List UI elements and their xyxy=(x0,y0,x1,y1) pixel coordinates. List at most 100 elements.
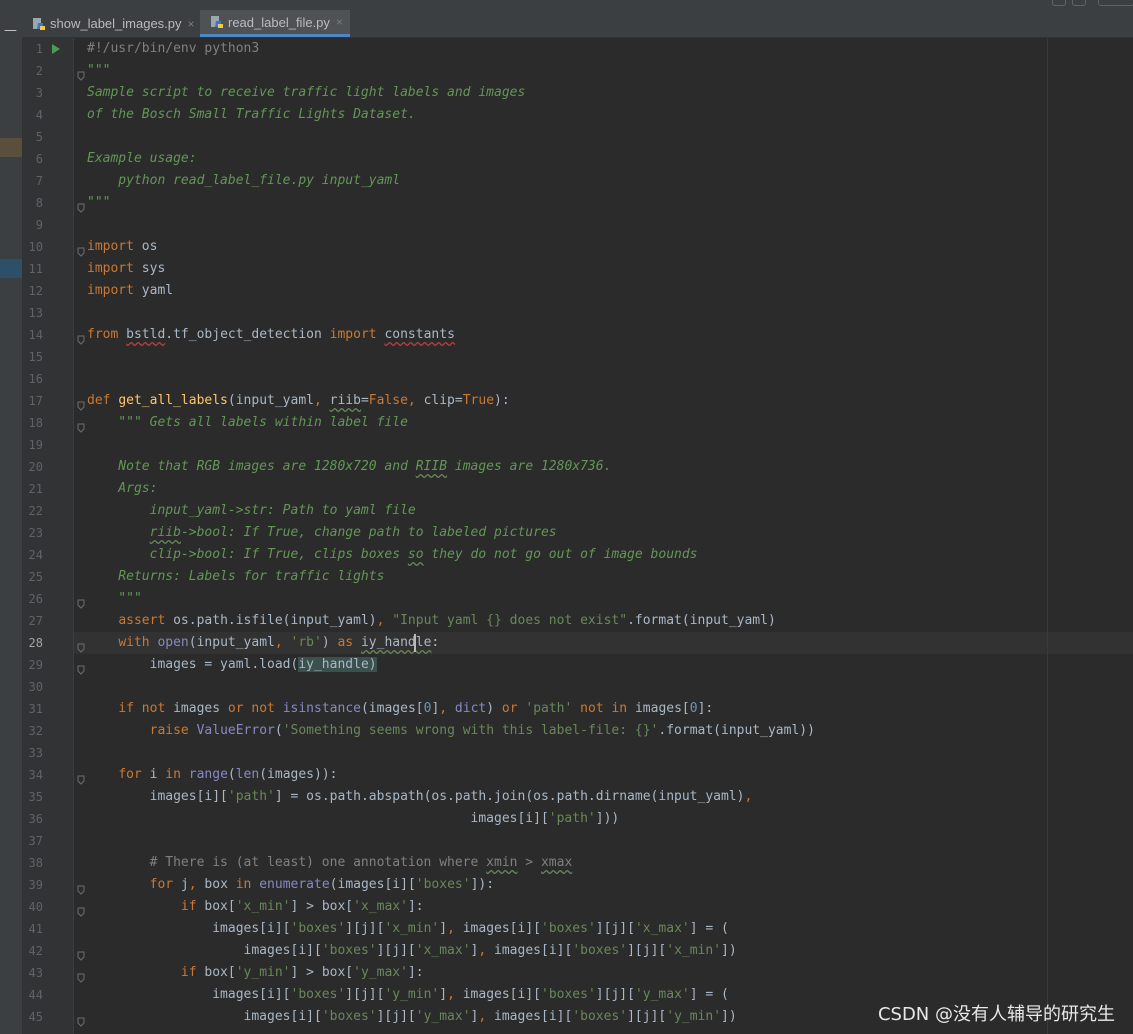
line-number: 6 xyxy=(35,152,43,166)
code-token: 'x_max' xyxy=(353,899,408,914)
code-token: ][j][ xyxy=(376,943,416,958)
line-number: 42 xyxy=(28,944,43,958)
run-icon[interactable] xyxy=(52,44,60,54)
line-number: 18 xyxy=(28,416,43,430)
line-number: 45 xyxy=(28,1010,43,1024)
fold-marker-icon[interactable] xyxy=(76,198,86,213)
code-token: True xyxy=(462,393,495,408)
tab-read-label-file[interactable]: read_label_file.py × xyxy=(200,10,350,37)
code-token: if xyxy=(180,899,197,914)
collapse-minus-icon[interactable]: — xyxy=(4,24,17,37)
code-token: ] = ( xyxy=(689,987,729,1002)
code-token: , xyxy=(478,943,495,958)
line-number: 28 xyxy=(28,636,43,650)
code-token: : xyxy=(431,635,440,650)
fold-marker-icon[interactable] xyxy=(76,638,86,653)
code-token: ( xyxy=(227,767,236,782)
toolbar-button[interactable] xyxy=(1072,0,1086,6)
code-token: clip= xyxy=(423,393,463,408)
fold-marker-icon[interactable] xyxy=(76,770,86,785)
fold-marker-icon[interactable] xyxy=(76,902,86,917)
code-token: # There is (at least) one annotation whe… xyxy=(87,855,487,870)
code-token: os xyxy=(133,239,158,254)
code-token: clip->bool: If True, clips boxes xyxy=(87,547,408,562)
code-token: or xyxy=(501,701,518,716)
line-number: 35 xyxy=(28,790,43,804)
line-number: 20 xyxy=(28,460,43,474)
editor-tab-bar: show_label_images.py × read_label_file.p… xyxy=(22,10,1133,38)
code-token: #!/usr/bin/env python3 xyxy=(87,41,260,56)
code-token: """ Gets all labels within label file xyxy=(87,415,408,430)
tab-label: read_label_file.py xyxy=(228,14,330,30)
toolbar-button[interactable] xyxy=(1052,0,1066,6)
code-line: def get_all_labels(input_yaml, riib=Fals… xyxy=(87,390,510,412)
code-line: with open(input_yaml, 'rb') as iy_handle… xyxy=(87,632,439,654)
code-token: ->bool: If True, change path to labeled … xyxy=(180,525,557,540)
code-token: as xyxy=(337,635,354,650)
code-token: range xyxy=(188,767,228,782)
code-token: i xyxy=(141,767,166,782)
code-token: 'y_max' xyxy=(353,965,408,980)
code-token: .tf_object_detection xyxy=(165,327,330,342)
line-number: 15 xyxy=(28,350,43,364)
fold-marker-icon[interactable] xyxy=(76,418,86,433)
code-token: 'x_max' xyxy=(634,921,690,936)
code-line: """ xyxy=(87,588,142,610)
fold-marker-icon[interactable] xyxy=(76,880,86,895)
code-token: 'boxes' xyxy=(290,921,346,936)
code-token: .format(input_yaml) xyxy=(627,613,776,628)
code-token: """ xyxy=(87,195,111,210)
code-token: riib xyxy=(149,525,181,540)
line-number: 19 xyxy=(28,438,43,452)
code-token: iy_handle) xyxy=(298,657,377,672)
code-token: 'boxes' xyxy=(290,987,346,1002)
code-token: ][j][ xyxy=(627,1009,667,1024)
code-line: if box['x_min'] > box['x_max']: xyxy=(87,896,424,918)
code-line: if box['y_min'] > box['y_max']: xyxy=(87,962,424,984)
code-line: for j, box in enumerate(images[i]['boxes… xyxy=(87,874,494,896)
code-token: (images[i][ xyxy=(329,877,416,892)
code-token: ]) xyxy=(721,1009,737,1024)
tab-show-label-images[interactable]: show_label_images.py × xyxy=(22,10,200,37)
close-icon[interactable]: × xyxy=(336,15,343,29)
fold-marker-icon[interactable] xyxy=(76,968,86,983)
code-token: ][j][ xyxy=(376,1009,416,1024)
code-token: images are 1280x736. xyxy=(447,459,612,474)
close-icon[interactable]: × xyxy=(188,17,195,31)
code-line: images[i]['boxes'][j]['y_min'], images[i… xyxy=(87,984,729,1006)
code-token: ][j][ xyxy=(595,987,635,1002)
code-line: clip->bool: If True, clips boxes so they… xyxy=(87,544,698,566)
code-token: ] = ( xyxy=(689,921,729,936)
code-token: 'boxes' xyxy=(321,1009,377,1024)
fold-marker-icon[interactable] xyxy=(76,660,86,675)
code-token: images[ xyxy=(627,701,690,716)
code-token: ) xyxy=(321,635,338,650)
toolbar-button[interactable] xyxy=(1098,0,1133,6)
fold-marker-icon[interactable] xyxy=(76,1012,86,1027)
fold-marker-icon[interactable] xyxy=(76,396,86,411)
code-token: 'y_min' xyxy=(384,987,440,1002)
code-token: 'y_min' xyxy=(666,1009,722,1024)
code-token: import xyxy=(87,261,134,276)
fold-marker-icon[interactable] xyxy=(76,330,86,345)
line-number: 8 xyxy=(35,196,43,210)
fold-marker-icon[interactable] xyxy=(76,66,86,81)
code-line: assert os.path.isfile(input_yaml), "Inpu… xyxy=(87,610,776,632)
code-line: Sample script to receive traffic light l… xyxy=(87,82,525,104)
code-token: 'path' xyxy=(227,789,275,804)
line-number: 36 xyxy=(28,812,43,826)
line-number: 17 xyxy=(28,394,43,408)
code-token: of the Bosch Small Traffic Lights Datase… xyxy=(87,107,416,122)
code-token: Returns: Labels for traffic lights xyxy=(87,569,385,584)
fold-marker-icon[interactable] xyxy=(76,946,86,961)
code-token: ] xyxy=(439,987,448,1002)
line-number: 39 xyxy=(28,878,43,892)
code-token: ][j][ xyxy=(345,921,385,936)
fold-marker-icon[interactable] xyxy=(76,242,86,257)
fold-marker-icon[interactable] xyxy=(76,594,86,609)
